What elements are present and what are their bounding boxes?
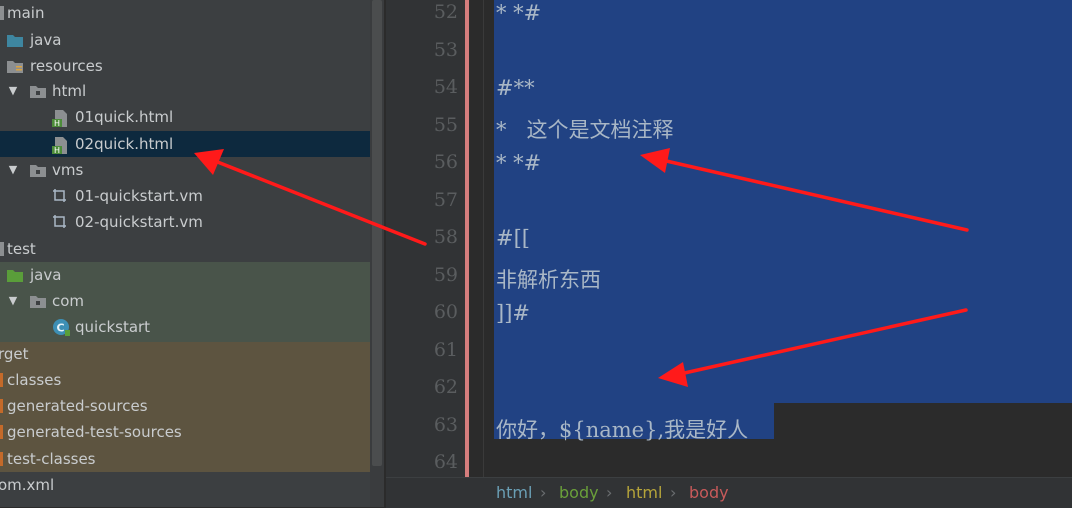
breadcrumb-item-body[interactable]: body [689,483,729,502]
breadcrumb-item-html[interactable]: html [496,483,532,502]
code-line: 非解析东西 [496,267,601,292]
line-number: 53 [433,38,458,61]
velocity-file-icon [53,215,66,228]
svg-text:C: C [57,322,65,335]
tree-item-label: html [52,82,87,100]
tree-scrollbar-thumb[interactable] [372,0,382,466]
html-file-icon: H [52,136,68,155]
line-number-gutter: 52 53 54 55 56 57 58 59 60 61 62 63 64 [386,0,466,477]
code-line: 你好，${name},我是好人 [496,417,749,442]
chevron-down-icon[interactable]: ▼ [7,288,19,314]
line-number: 55 [433,113,458,136]
line-number: 52 [433,1,458,23]
tree-item-generated-test-sources[interactable]: generated-test-sources [0,419,370,445]
fold-gutter[interactable] [469,0,484,477]
source-folder-icon [7,35,23,47]
tree-item-vms-folder[interactable]: ▼ vms [0,157,370,183]
tree-item-label: 01-quickstart.vm [75,187,203,205]
tree-item-label: 02-quickstart.vm [75,213,203,231]
tree-item-label: test [7,240,36,258]
breadcrumb: html › body › html › body [386,477,1072,508]
resources-folder-icon [7,61,23,73]
excluded-folder-icon [0,452,3,466]
tree-item-label: main [7,4,45,22]
chevron-down-icon[interactable]: ▼ [7,78,19,104]
code-line: #** [496,76,535,100]
tree-item-label: test-classes [7,450,96,468]
line-number: 54 [433,76,458,98]
excluded-folder-icon [0,399,3,413]
tree-item-classes[interactable]: classes [0,367,370,393]
tree-item-target[interactable]: rget [0,341,370,367]
tree-item-label: vms [52,161,84,179]
code-line: ]]# [496,301,530,325]
tree-item-01-quickstart-vm[interactable]: 01-quickstart.vm [0,183,370,209]
tree-item-pom-xml[interactable]: om.xml [0,472,370,498]
tree-item-label: 02quick.html [75,135,174,153]
tree-item-02quick-html[interactable]: H 02quick.html [0,131,370,157]
tree-item-com-package[interactable]: ▼ com [0,288,370,314]
text-selection [494,0,1072,403]
chevron-down-icon[interactable]: ▼ [7,157,19,183]
project-tree: main java resources ▼ html H 01quick.htm… [0,0,384,507]
html-file-icon: H [52,109,68,128]
tree-item-label: quickstart [75,318,151,336]
tree-item-label: classes [7,371,62,389]
tree-item-label: generated-test-sources [7,423,182,441]
line-number: 62 [433,376,458,398]
tree-item-test-classes[interactable]: test-classes [0,446,370,472]
breadcrumb-separator: › [606,483,613,502]
svg-text:H: H [54,146,60,154]
tree-item-main[interactable]: main [0,0,370,26]
tree-item-label: rget [0,345,29,363]
folder-icon [0,242,4,256]
breadcrumb-separator: › [540,483,547,502]
line-number: 63 [433,413,458,436]
tree-item-java-source[interactable]: java [0,27,370,53]
line-number: 57 [433,188,458,211]
tree-item-label: java [30,266,62,284]
velocity-file-icon [53,189,66,202]
tree-item-label: generated-sources [7,397,148,415]
tree-item-java-test[interactable]: java [0,262,370,288]
line-number: 56 [433,151,458,173]
breadcrumb-separator: › [670,483,677,502]
svg-text:H: H [54,119,60,127]
code-line: * *# [496,1,542,25]
folder-icon [30,86,46,98]
code-editor[interactable]: * *# #** * 这个是文档注释 * *# #[[ 非解析东西 ]]# 你好，${name… [484,0,1072,477]
code-line: #[[ [496,226,530,250]
tree-item-resources[interactable]: resources [0,53,370,79]
line-number: 59 [433,263,458,286]
code-line: * 这个是文档注释 [496,117,674,142]
folder-icon [0,6,4,20]
tree-item-01quick-html[interactable]: H 01quick.html [0,104,370,130]
tree-item-label: 01quick.html [75,108,174,126]
tree-item-label: om.xml [0,476,55,494]
code-line: * *# [496,151,542,175]
tree-item-test[interactable]: test [0,236,370,262]
tree-item-02-quickstart-vm[interactable]: 02-quickstart.vm [0,209,370,235]
tree-item-generated-sources[interactable]: generated-sources [0,393,370,419]
tree-item-label: java [30,31,62,49]
line-number: 64 [433,451,458,473]
test-folder-icon [7,270,23,282]
java-class-icon: C [52,318,70,336]
breadcrumb-item-html[interactable]: html [626,483,662,502]
tree-item-label: resources [30,57,103,75]
line-number: 58 [433,226,458,248]
excluded-folder-icon [0,425,3,439]
line-number: 61 [433,338,458,361]
excluded-folder-icon [0,373,3,387]
line-number: 60 [433,301,458,323]
breadcrumb-item-body[interactable]: body [559,483,599,502]
tree-item-quickstart-class[interactable]: C quickstart [0,314,370,340]
package-icon [30,296,46,308]
tree-item-label: com [52,292,85,310]
tree-item-html-folder[interactable]: ▼ html [0,78,370,104]
folder-icon [30,165,46,177]
